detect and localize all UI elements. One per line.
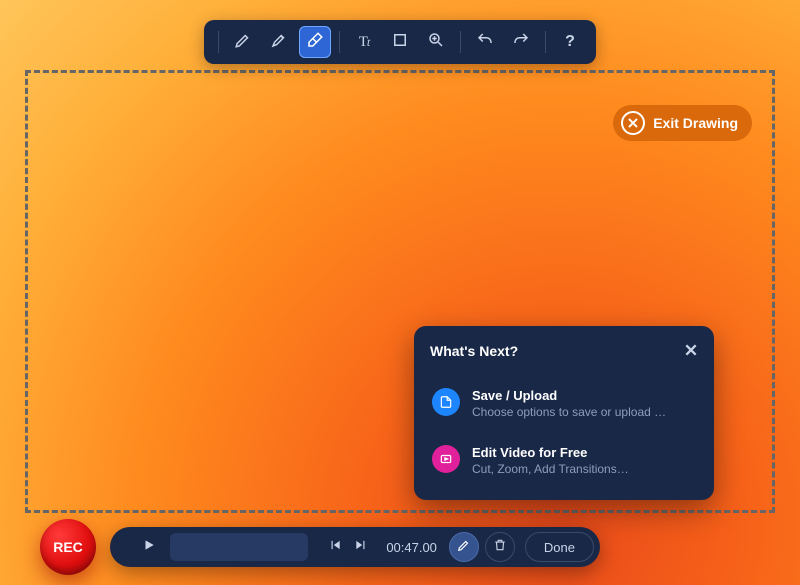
highlighter-tool-button[interactable] — [263, 26, 295, 58]
redo-icon — [512, 31, 530, 54]
play-button[interactable] — [134, 532, 164, 562]
play-icon — [142, 538, 156, 557]
eraser-icon — [306, 31, 324, 54]
progress-track[interactable] — [170, 533, 308, 561]
done-label: Done — [544, 540, 575, 555]
zoom-tool-button[interactable] — [420, 26, 452, 58]
redo-button[interactable] — [505, 26, 537, 58]
rectangle-tool-button[interactable] — [384, 26, 416, 58]
toolbar-separator — [460, 31, 461, 53]
text-tool-button[interactable]: Tt — [348, 26, 380, 58]
skip-back-button[interactable] — [322, 534, 348, 560]
popup-item-title: Save / Upload — [472, 388, 666, 403]
undo-icon — [476, 31, 494, 54]
playback-control-bar: 00:47.00 Done — [110, 527, 600, 567]
whats-next-popup: What's Next? Save / Upload Choose option… — [414, 326, 714, 500]
popup-item-save-upload[interactable]: Save / Upload Choose options to save or … — [430, 382, 698, 425]
popup-item-subtitle: Cut, Zoom, Add Transitions… — [472, 462, 629, 476]
highlighter-icon — [270, 31, 288, 54]
undo-button[interactable] — [469, 26, 501, 58]
popup-item-title: Edit Video for Free — [472, 445, 629, 460]
delete-button[interactable] — [485, 532, 515, 562]
popup-item-edit-video[interactable]: Edit Video for Free Cut, Zoom, Add Trans… — [430, 439, 698, 482]
toolbar-separator — [218, 31, 219, 53]
exit-drawing-button[interactable]: Exit Drawing — [613, 105, 752, 141]
done-button[interactable]: Done — [525, 532, 594, 562]
close-icon — [621, 111, 645, 135]
record-label: REC — [53, 539, 83, 555]
edit-video-icon — [432, 445, 460, 473]
popup-close-button[interactable] — [684, 342, 698, 360]
toolbar-separator — [339, 31, 340, 53]
popup-item-subtitle: Choose options to save or upload … — [472, 405, 666, 419]
popup-item-text: Edit Video for Free Cut, Zoom, Add Trans… — [472, 445, 629, 476]
skip-forward-button[interactable] — [348, 534, 374, 560]
pen-tool-button[interactable] — [227, 26, 259, 58]
pen-icon — [457, 538, 471, 557]
help-button[interactable]: ? — [554, 26, 586, 58]
save-upload-icon — [432, 388, 460, 416]
close-icon — [684, 341, 698, 361]
trash-icon — [493, 538, 507, 557]
question-icon: ? — [565, 33, 575, 51]
popup-title: What's Next? — [430, 343, 518, 359]
magnifier-icon — [427, 31, 445, 54]
exit-drawing-label: Exit Drawing — [653, 115, 738, 131]
pen-icon — [234, 31, 252, 54]
record-button[interactable]: REC — [40, 519, 96, 575]
rectangle-icon — [391, 31, 409, 54]
skip-forward-icon — [354, 538, 368, 557]
drawing-toolbar: Tt ? — [204, 20, 596, 64]
timecode: 00:47.00 — [386, 540, 437, 555]
popup-header: What's Next? — [430, 342, 698, 360]
skip-back-icon — [328, 538, 342, 557]
draw-toggle-button[interactable] — [449, 532, 479, 562]
text-icon: Tt — [359, 34, 370, 51]
popup-item-text: Save / Upload Choose options to save or … — [472, 388, 666, 419]
toolbar-separator — [545, 31, 546, 53]
eraser-tool-button[interactable] — [299, 26, 331, 58]
